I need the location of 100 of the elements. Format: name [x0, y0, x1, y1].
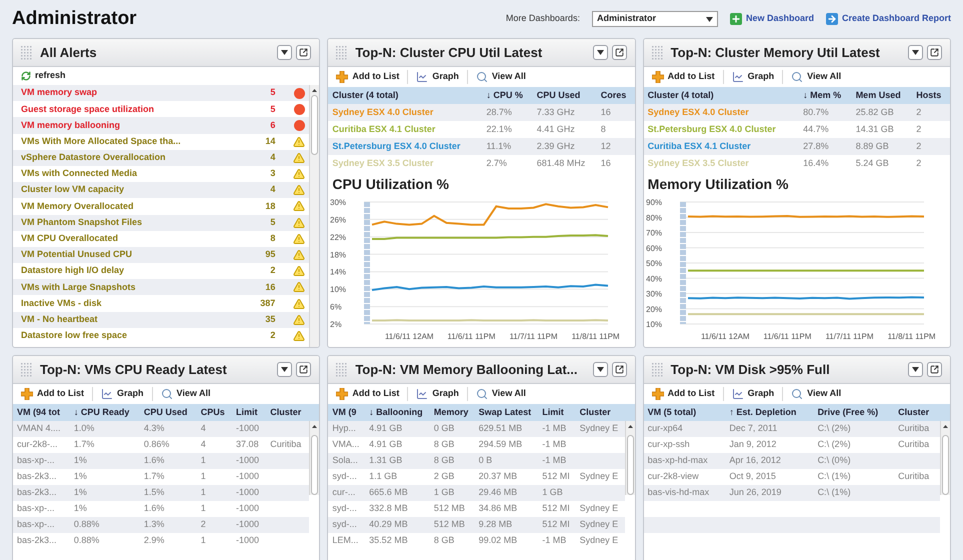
dropdown-button[interactable]: [277, 45, 292, 60]
alert-name[interactable]: VMs with Connected Media: [21, 167, 236, 181]
column-header[interactable]: Cluster: [894, 404, 940, 421]
column-header[interactable]: Swap Latest: [474, 404, 538, 421]
toolbar-button[interactable]: Graph: [728, 387, 778, 401]
alert-name[interactable]: VM Phantom Snapshot Files: [21, 216, 236, 230]
dropdown-button[interactable]: [592, 362, 608, 377]
table-row[interactable]: Curitiba ESX 4.1 Cluster 27.8% 8.89 GB 2: [644, 138, 950, 155]
dropdown-button[interactable]: [277, 362, 292, 377]
toolbar-button[interactable]: Graph: [412, 70, 463, 84]
header-link[interactable]: Create Dashboard Report: [826, 12, 951, 26]
column-header[interactable]: Hosts: [912, 87, 950, 104]
alert-name[interactable]: Inactive VMs - disk: [21, 296, 236, 310]
alert-name[interactable]: Datastore high I/O delay: [21, 264, 236, 278]
toolbar-button[interactable]: View All: [472, 387, 530, 401]
alert-name[interactable]: VM memory swap: [21, 86, 236, 100]
column-header[interactable]: CPU Used: [532, 87, 597, 104]
alert-name[interactable]: VM - No heartbeat: [21, 312, 236, 326]
grip-icon[interactable]: [21, 46, 32, 60]
alert-row[interactable]: VMs With More Allocated Space tha... 14: [13, 134, 310, 150]
alert-name[interactable]: VM Potential Unused CPU: [21, 248, 236, 262]
column-header[interactable]: Mem Used: [852, 87, 912, 104]
header-link[interactable]: New Dashboard: [730, 12, 814, 26]
alert-row[interactable]: VM Potential Unused CPU 95: [13, 246, 310, 264]
alert-row[interactable]: Guest storage space utilization 5: [13, 101, 310, 118]
table-row[interactable]: syd-... 40.29 MB 512 MB 9.28 MB 512 MI Sydney E: [328, 517, 625, 533]
column-header[interactable]: Limit: [232, 404, 266, 421]
scroll-up-icon[interactable]: [312, 88, 318, 92]
scrollbar[interactable]: [940, 421, 950, 495]
table-row[interactable]: Sydney ESX 4.0 Cluster 28.7% 7.33 GHz 16: [328, 104, 635, 121]
alert-row[interactable]: Datastore high I/O delay 2: [13, 263, 310, 280]
grip-icon[interactable]: [21, 362, 32, 376]
table-row[interactable]: bas-vis-hd-max Jun 26, 2019 C:\ (1%): [644, 485, 940, 501]
column-header[interactable]: Cluster (4 total): [328, 87, 482, 104]
column-header[interactable]: Cluster: [576, 404, 625, 421]
column-header[interactable]: Cluster: [266, 404, 310, 421]
table-row[interactable]: St.Petersburg ESX 4.0 Cluster 44.7% 14.31 GB 2: [644, 121, 950, 138]
dashboard-select[interactable]: Administrator: [592, 11, 718, 27]
alert-name[interactable]: Cluster low VM capacity: [21, 183, 236, 197]
dropdown-button[interactable]: [592, 45, 608, 60]
popout-button[interactable]: [296, 45, 312, 60]
alert-row[interactable]: Cluster low VM capacity 4: [13, 182, 310, 198]
table-row[interactable]: cur-xp64 Dec 7, 2011 C:\ (2%) Curitiba: [644, 421, 940, 437]
popout-button[interactable]: [612, 45, 627, 60]
table-row[interactable]: Sola... 1.31 GB 8 GB 0 B -1 MB: [328, 453, 625, 469]
dropdown-button[interactable]: [908, 45, 923, 60]
grip-icon[interactable]: [652, 362, 663, 376]
scrollbar[interactable]: [309, 421, 320, 495]
toolbar-button[interactable]: Add to List: [332, 387, 404, 401]
alert-name[interactable]: VM CPU Overallocated: [21, 232, 236, 246]
grip-icon[interactable]: [336, 362, 348, 376]
table-row[interactable]: syd-... 1.1 GB 2 GB 20.37 MB 512 MI Sydney E: [328, 469, 625, 485]
table-row[interactable]: bas-xp-... 1% 1.6% 1 -1000: [13, 453, 310, 469]
toolbar-button[interactable]: Graph: [97, 387, 148, 401]
toolbar-button[interactable]: View All: [787, 70, 846, 84]
column-header[interactable]: VM (9: [328, 404, 366, 421]
column-header[interactable]: ↓ Mem %: [799, 87, 852, 104]
table-row[interactable]: bas-xp-... 0.88% 1.3% 2 -1000: [13, 517, 310, 533]
table-row[interactable]: bas-2k3... 1% 1.7% 1 -1000: [13, 469, 310, 485]
table-row[interactable]: Curitiba ESX 4.1 Cluster 22.1% 4.41 GHz 8: [328, 121, 635, 138]
alert-row[interactable]: VM memory swap 5: [13, 85, 310, 102]
alert-row[interactable]: VM Phantom Snapshot Files 5: [13, 214, 310, 231]
scroll-up-icon[interactable]: [628, 424, 633, 428]
scrollbar[interactable]: [309, 85, 320, 347]
table-row[interactable]: Sydney ESX 4.0 Cluster 80.7% 25.82 GB 2: [644, 104, 950, 121]
alert-name[interactable]: Guest storage space utilization: [21, 102, 236, 116]
alert-row[interactable]: VM - No heartbeat 35: [13, 312, 310, 328]
alert-row[interactable]: VMs with Large Snapshots 16: [13, 279, 310, 296]
grip-icon[interactable]: [652, 46, 663, 60]
column-header[interactable]: ↓ Ballooning: [365, 404, 430, 421]
toolbar-button[interactable]: Graph: [412, 387, 463, 401]
table-row[interactable]: Hyp... 4.91 GB 0 GB 629.51 MB -1 MB Sydney E: [328, 421, 625, 437]
scroll-up-icon[interactable]: [943, 424, 948, 428]
column-header[interactable]: CPU Used: [140, 404, 197, 421]
column-header[interactable]: ↓ CPU %: [482, 87, 533, 104]
alert-name[interactable]: Datastore low free space: [21, 329, 236, 343]
scrollbar[interactable]: [624, 421, 635, 495]
table-row[interactable]: bas-2k3... 1% 1.5% 1 -1000: [13, 485, 310, 501]
table-row[interactable]: cur-... 665.6 MB 1 GB 29.46 MB 1 GB: [328, 485, 625, 501]
table-row[interactable]: bas-xp-... 1% 1.6% 1 -1000: [13, 501, 310, 517]
alert-name[interactable]: VM memory ballooning: [21, 118, 236, 132]
table-row[interactable]: bas-xp-hd-max Apr 16, 2012 C:\ (0%): [644, 453, 940, 469]
grip-icon[interactable]: [336, 46, 348, 60]
table-row[interactable]: syd-... 332.8 MB 512 MB 34.86 MB 512 MI Sydney E: [328, 501, 625, 517]
popout-button[interactable]: [927, 45, 942, 60]
toolbar-button[interactable]: Add to List: [648, 387, 719, 401]
toolbar-button[interactable]: View All: [472, 70, 530, 84]
column-header[interactable]: Memory: [430, 404, 475, 421]
toolbar-button[interactable]: Add to List: [17, 387, 88, 401]
toolbar-button[interactable]: View All: [156, 387, 215, 401]
column-header[interactable]: ↑ Est. Depletion: [725, 404, 814, 421]
alert-name[interactable]: VMs With More Allocated Space tha...: [21, 134, 236, 148]
toolbar-button[interactable]: Add to List: [332, 70, 404, 84]
column-header[interactable]: CPUs: [196, 404, 232, 421]
column-header[interactable]: Drive (Free %): [814, 404, 894, 421]
table-row[interactable]: cur-2k8-... 1.7% 0.86% 4 37.08 Curitiba: [13, 437, 310, 453]
alert-row[interactable]: VM CPU Overallocated 8: [13, 230, 310, 247]
column-header[interactable]: Limit: [538, 404, 576, 421]
column-header[interactable]: Cluster (4 total): [644, 87, 800, 104]
scroll-up-icon[interactable]: [312, 424, 318, 428]
